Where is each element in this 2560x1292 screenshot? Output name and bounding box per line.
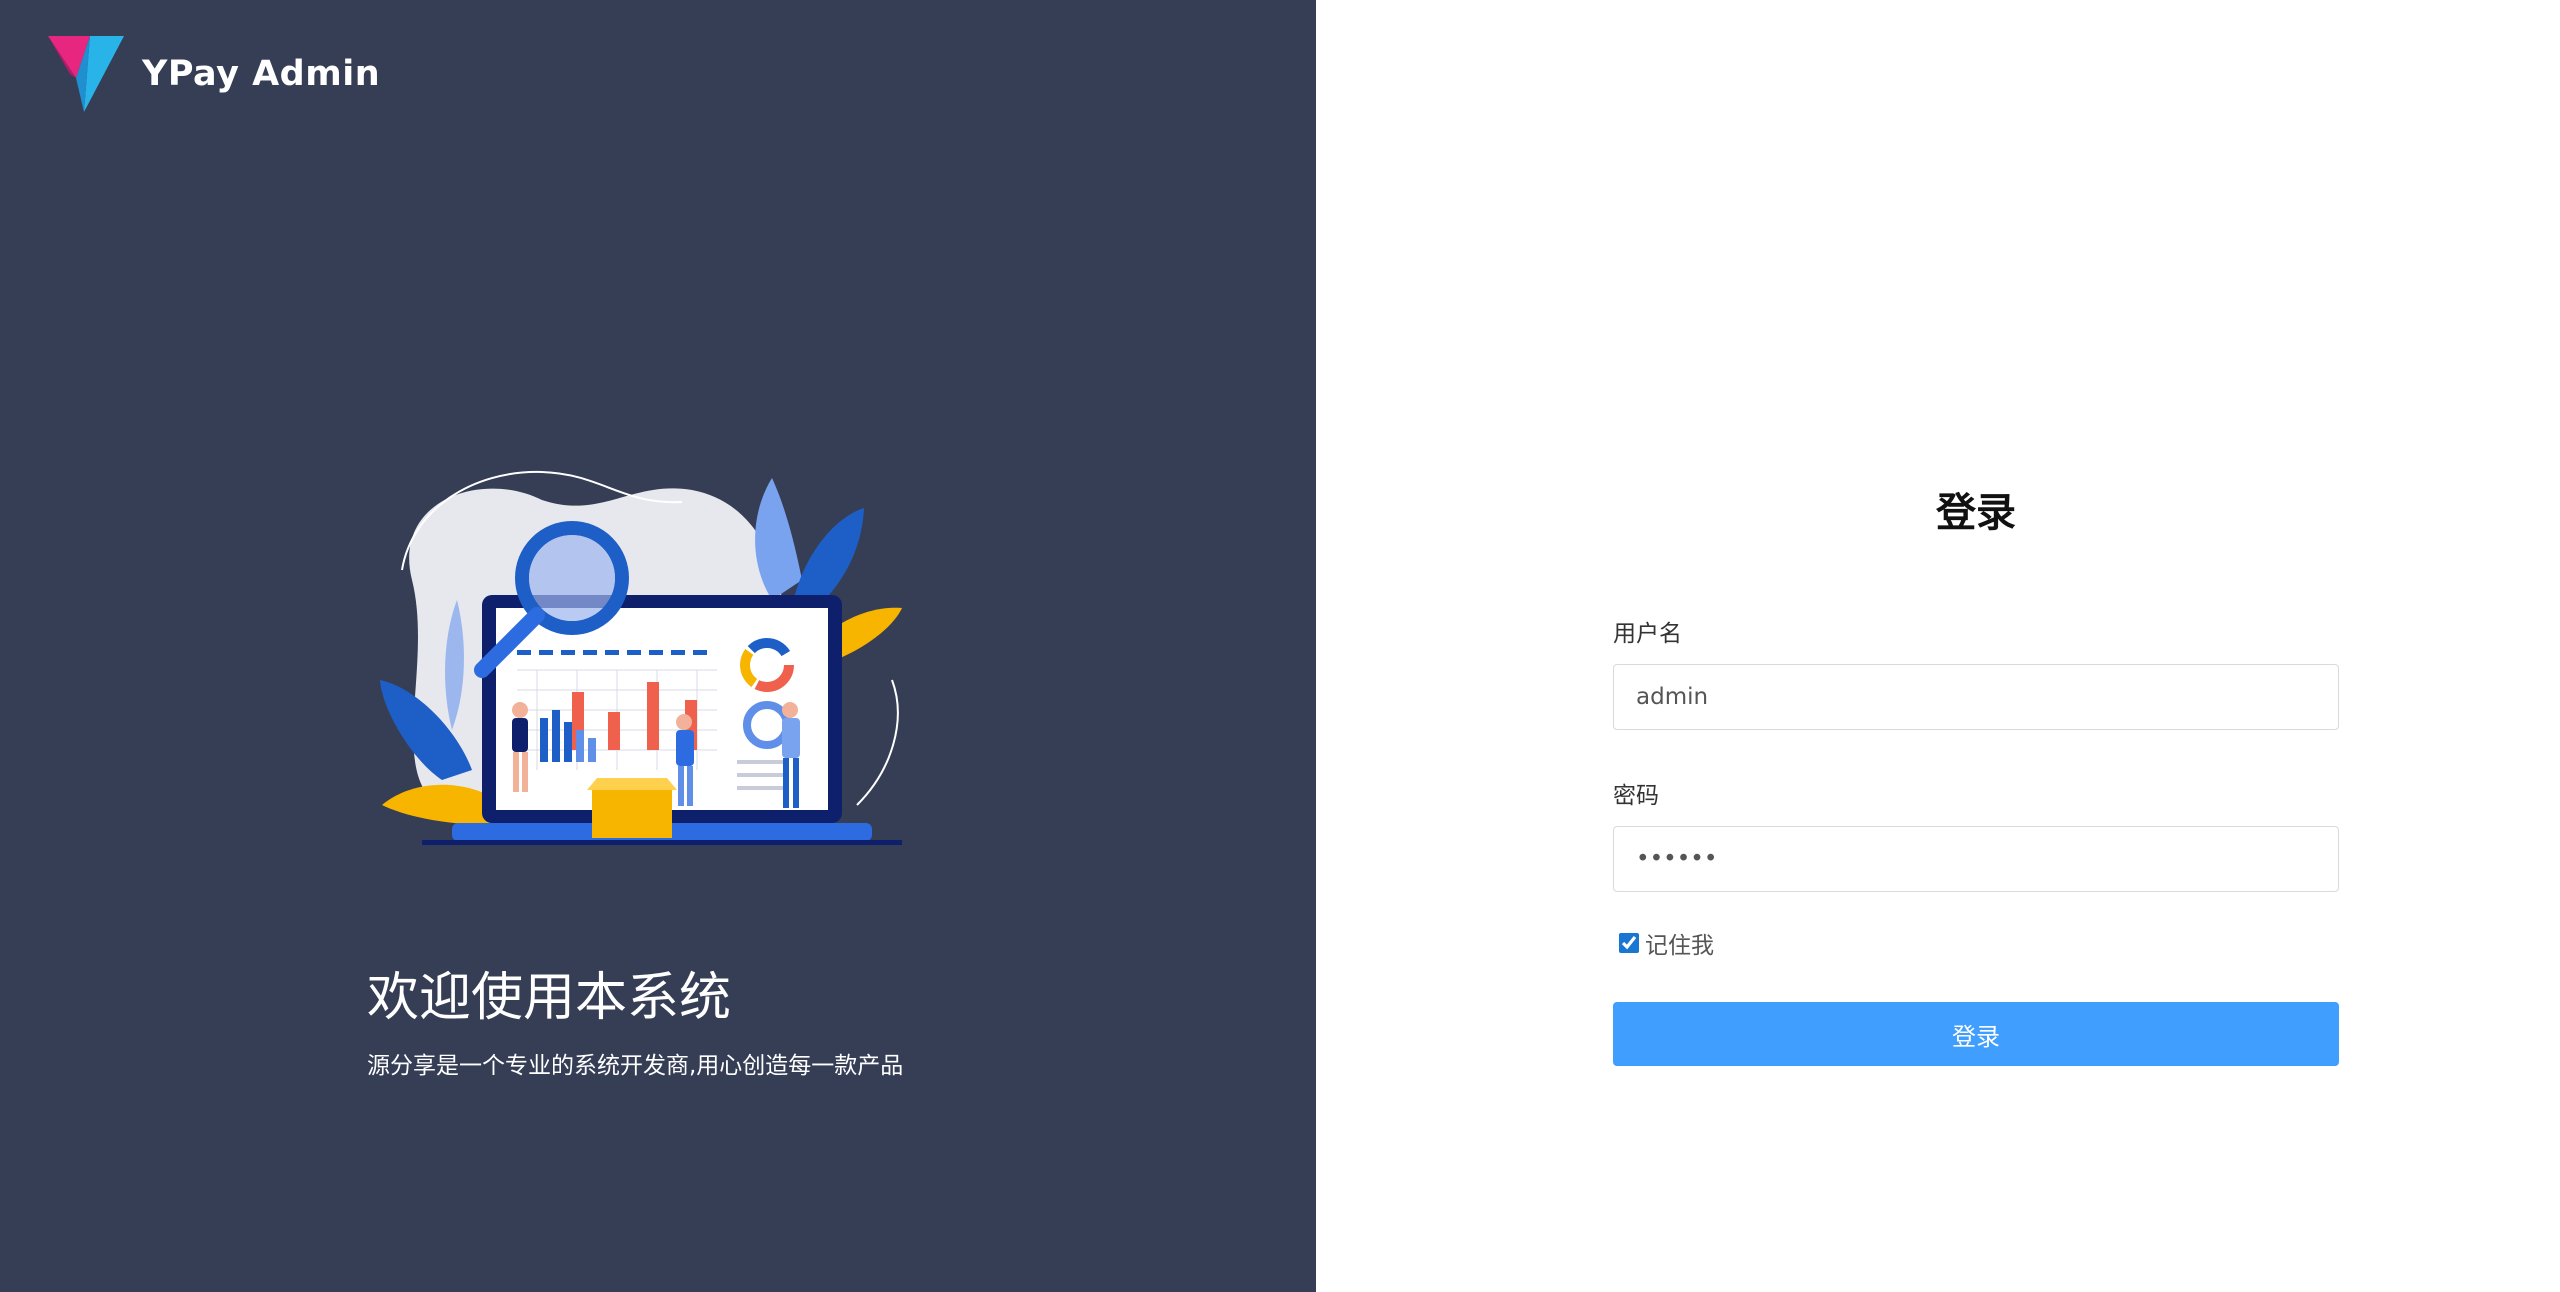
login-panel: 登录 用户名 密码 记住我 登录 [1316, 0, 2560, 1292]
welcome-panel: YPay Admin 欢迎使用本系统 源分享是一个专业的系统开发商,用心创造每一… [0, 0, 1316, 1292]
welcome-subtitle: 源分享是一个专业的系统开发商,用心创造每一款产品 [367, 1053, 904, 1079]
remember-me-label: 记住我 [1645, 933, 1714, 959]
remember-me-checkbox[interactable] [1619, 933, 1639, 953]
password-label: 密码 [1613, 783, 1659, 809]
analytics-dashboard-illustration [380, 470, 902, 845]
username-input[interactable] [1613, 664, 2339, 730]
brand-logo: YPay Admin [46, 34, 380, 114]
password-input[interactable] [1613, 826, 2339, 892]
login-form: 登录 用户名 密码 记住我 登录 [1613, 480, 2339, 1066]
password-field-group: 密码 [1613, 776, 2339, 892]
brand-name: YPay Admin [142, 54, 381, 94]
username-field-group: 用户名 [1613, 614, 2339, 730]
username-label: 用户名 [1613, 621, 1682, 647]
login-page: YPay Admin 欢迎使用本系统 源分享是一个专业的系统开发商,用心创造每一… [0, 0, 2560, 1292]
login-title: 登录 [1936, 490, 2016, 536]
remember-me[interactable]: 记住我 [1619, 928, 2339, 959]
login-button[interactable]: 登录 [1613, 1002, 2339, 1066]
welcome-title: 欢迎使用本系统 [367, 968, 732, 1028]
ypay-logo-icon [48, 36, 124, 112]
